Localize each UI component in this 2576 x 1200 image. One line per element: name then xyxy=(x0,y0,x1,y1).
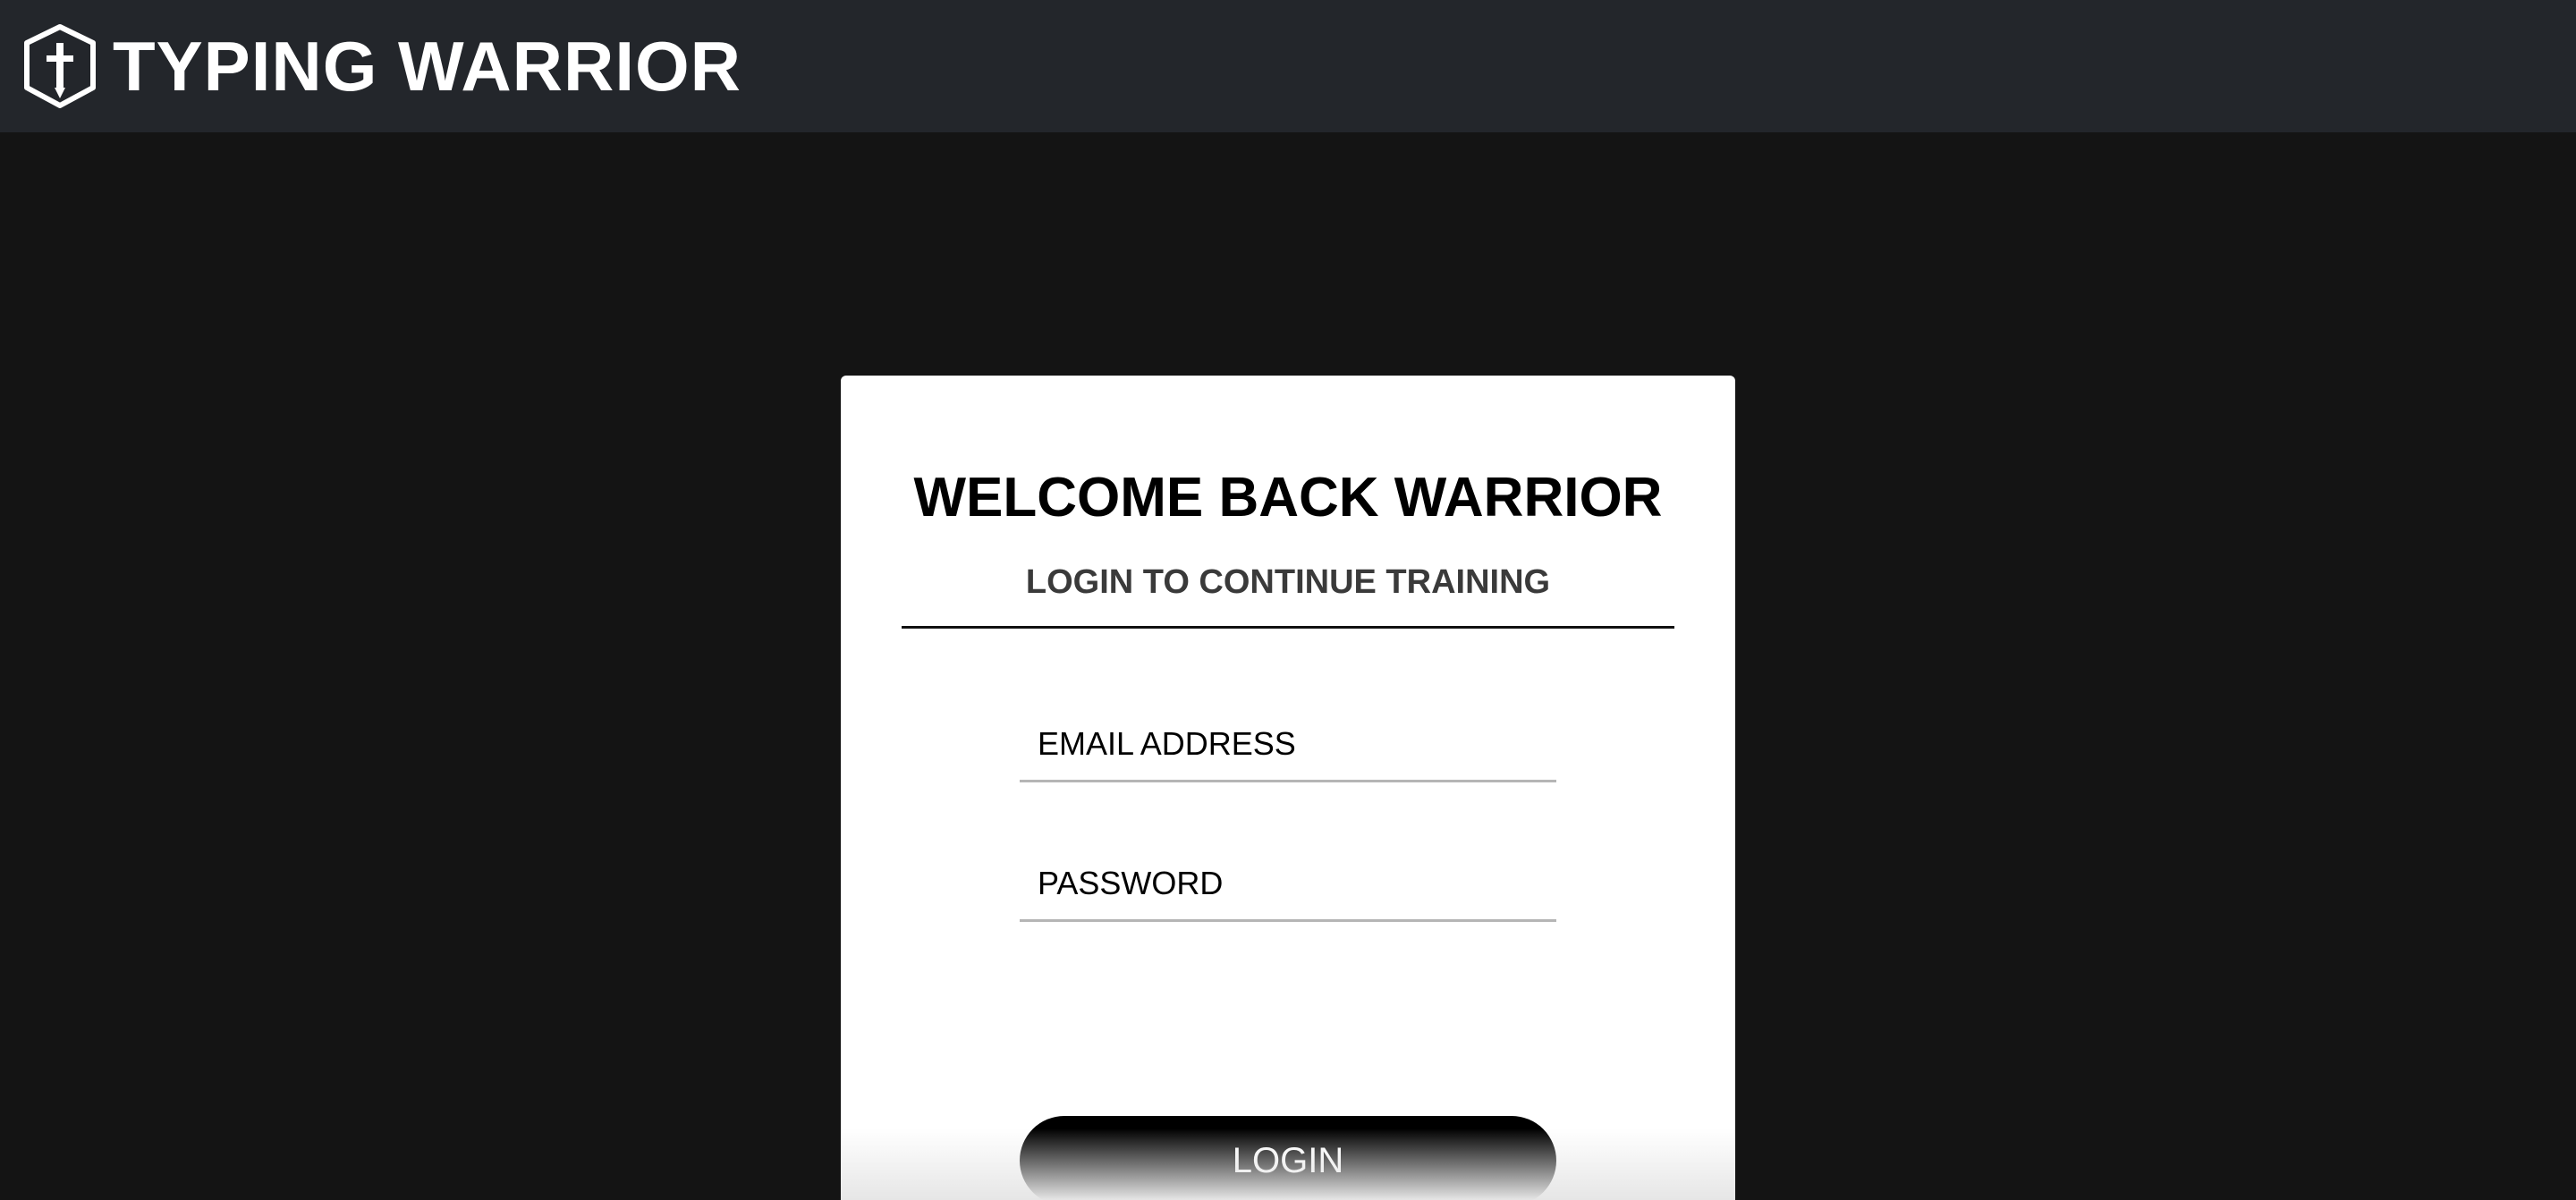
login-subtitle: LOGIN TO CONTINUE TRAINING xyxy=(1025,563,1551,601)
top-nav-bar: TYPING WARRIOR xyxy=(0,0,2576,132)
password-input[interactable] xyxy=(1020,848,1556,919)
login-button[interactable]: LOGIN xyxy=(1020,1116,1556,1200)
login-card: WELCOME BACK WARRIOR LOGIN TO CONTINUE T… xyxy=(841,376,1735,1200)
login-title: WELCOME BACK WARRIOR xyxy=(913,467,1663,528)
password-field-wrapper xyxy=(1020,848,1556,922)
email-field-wrapper xyxy=(1020,708,1556,782)
shield-sword-icon xyxy=(24,24,96,108)
brand-home-link[interactable]: TYPING WARRIOR xyxy=(20,23,741,109)
title-divider xyxy=(902,626,1674,629)
email-input[interactable] xyxy=(1020,708,1556,780)
app-title: TYPING WARRIOR xyxy=(113,27,742,106)
